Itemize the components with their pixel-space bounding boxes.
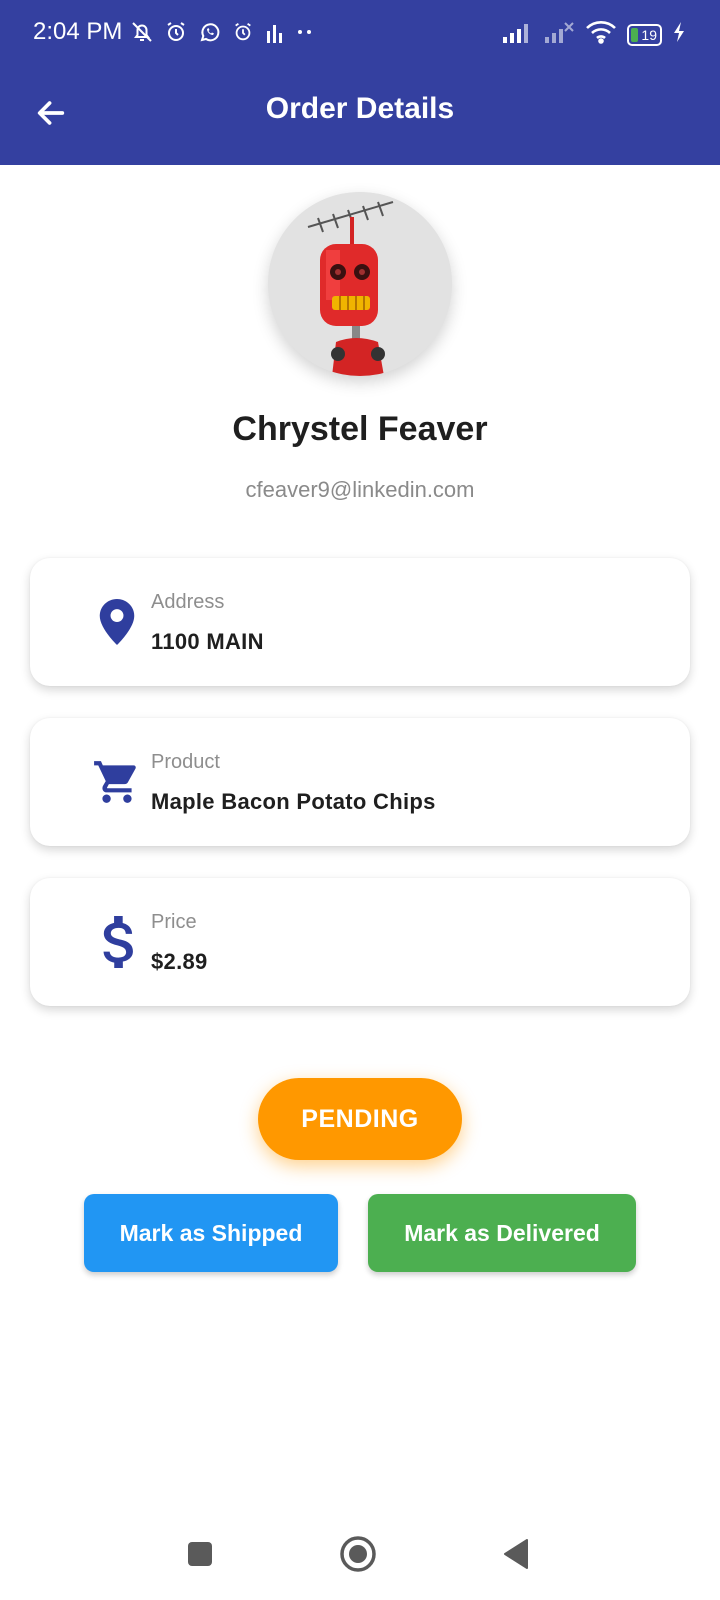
address-card: Address 1100 MAIN [30,558,690,686]
home-circle-icon [340,1536,376,1572]
product-value: Maple Bacon Potato Chips [151,789,436,814]
home-button[interactable] [330,1526,386,1582]
alarm-icon [164,20,188,49]
battery-icon: 19 [627,23,662,46]
app-header: 2:04 PM 19 Order Details [0,0,720,165]
cell-signal-off-icon [543,21,575,48]
price-value: $2.89 [151,949,208,974]
status-bar: 2:04 PM 19 [0,0,720,70]
status-icons-right: 19 [501,20,686,49]
customer-name: Chrystel Feaver [232,410,488,448]
dollar-icon [92,916,142,968]
product-label: Product [151,751,220,773]
back-nav-button[interactable] [488,1526,544,1582]
avatar [268,192,452,376]
signal-bars-icon [264,21,284,48]
wifi-icon [585,20,617,49]
alarm-icon [232,21,254,48]
status-time: 2:04 PM [33,18,123,45]
address-label: Address [151,591,225,613]
triangle-back-icon [504,1539,528,1569]
page-title: Order Details [265,92,455,125]
more-dots-icon [294,21,316,48]
price-label: Price [151,911,197,933]
mark-shipped-button[interactable]: Mark as Shipped [84,1194,338,1272]
mute-icon [130,20,154,49]
battery-level: 19 [641,26,657,43]
cart-icon [92,757,142,807]
recent-apps-button[interactable] [172,1526,228,1582]
product-card: Product Maple Bacon Potato Chips [30,718,690,846]
location-pin-icon [92,597,142,647]
order-status-badge: PENDING [258,1078,462,1160]
status-icons-left [130,20,316,49]
charging-icon [672,21,686,48]
system-nav-bar [0,1510,720,1600]
mark-delivered-button[interactable]: Mark as Delivered [368,1194,636,1272]
whatsapp-icon [198,20,222,49]
cell-signal-icon [501,21,533,48]
square-icon [188,1542,212,1566]
price-card: Price $2.89 [30,878,690,1006]
customer-email: cfeaver9@linkedin.com [245,477,475,502]
address-value: 1100 MAIN [151,629,264,654]
